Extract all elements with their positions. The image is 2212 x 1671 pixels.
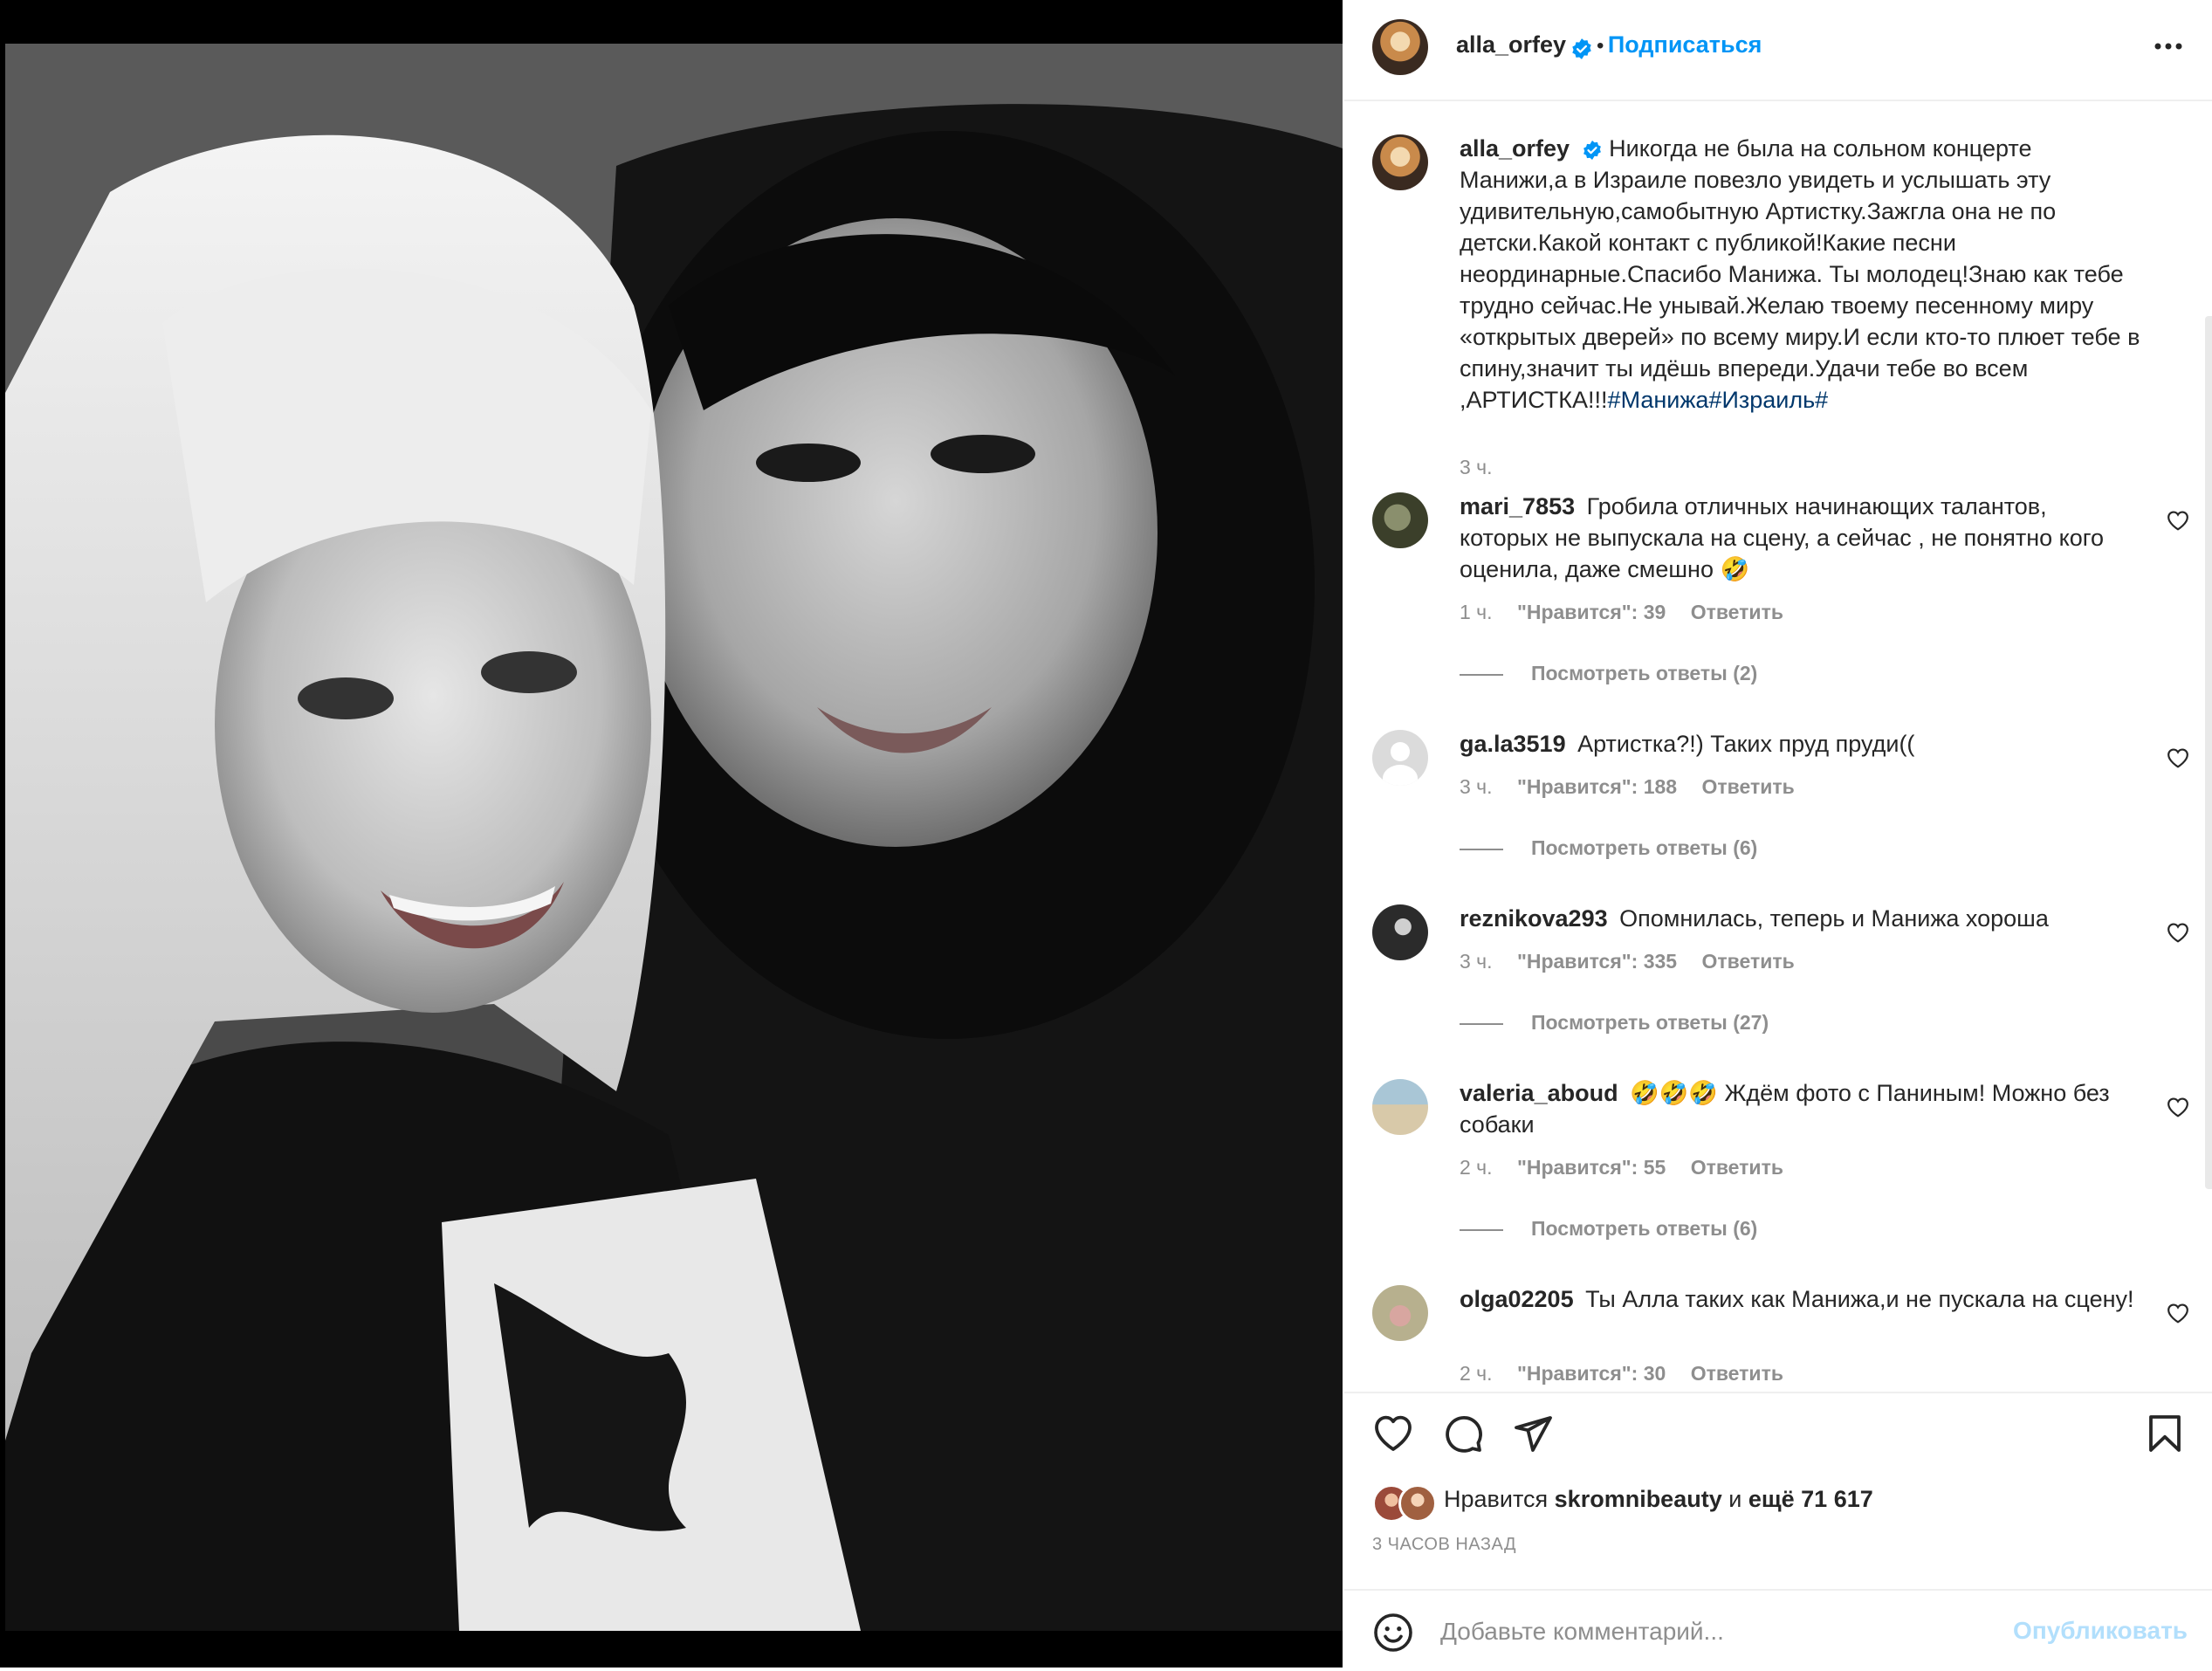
liker-avatar[interactable]	[1398, 1484, 1437, 1523]
view-replies-button[interactable]: Посмотреть ответы (2)	[1460, 662, 1757, 685]
comment-likes-count[interactable]: "Нравится": 188	[1517, 775, 1677, 798]
reply-button[interactable]: Ответить	[1701, 775, 1794, 798]
commenter-avatar[interactable]	[1372, 730, 1428, 786]
post-actions: Нравится skromnibeauty и ещё 71 617 3 ЧА…	[1344, 1392, 2212, 1671]
scrollbar[interactable]	[2205, 316, 2212, 1189]
like-comment-heart-icon[interactable]	[2167, 1303, 2189, 1324]
comment-text: Артистка?!) Таких пруд пруди((	[1577, 731, 1915, 757]
commenter-username[interactable]: ga.la3519	[1460, 731, 1566, 757]
share-paper-plane-icon[interactable]	[1512, 1413, 1554, 1454]
comment-meta: 3 ч. "Нравится": 188 Ответить	[1460, 775, 1814, 799]
caption-time[interactable]: 3 ч.	[1460, 456, 1493, 478]
comment-meta: 1 ч. "Нравится": 39 Ответить	[1460, 601, 1803, 624]
author-avatar[interactable]	[1372, 19, 1428, 75]
caption-meta: 3 ч.	[1460, 456, 1512, 479]
liker-username[interactable]: skromnibeauty	[1555, 1486, 1722, 1512]
post-header: alla_orfey • Подписаться	[1344, 0, 2212, 101]
photo-illustration	[5, 44, 1343, 1631]
comment-time[interactable]: 2 ч.	[1460, 1362, 1493, 1385]
comment-meta: 3 ч. "Нравится": 335 Ответить	[1460, 950, 1814, 973]
follow-button[interactable]: Подписаться	[1608, 31, 1762, 58]
comment-body: reznikova293 Опомнилась, теперь и Манижа…	[1460, 903, 2140, 934]
comment-likes-count[interactable]: "Нравится": 39	[1517, 601, 1666, 623]
likes-prefix: Нравится	[1444, 1486, 1549, 1512]
reply-button[interactable]: Ответить	[1701, 950, 1794, 973]
likes-count-link[interactable]: ещё 71 617	[1748, 1486, 1873, 1512]
verified-badge-icon	[1571, 38, 1591, 59]
reply-button[interactable]: Ответить	[1691, 1156, 1783, 1179]
commenter-username[interactable]: valeria_aboud	[1460, 1080, 1618, 1106]
view-replies-label: Посмотреть ответы (2)	[1531, 662, 1758, 684]
comment-text: Опомнилась, теперь и Манижа хороша	[1619, 905, 2049, 932]
verified-badge-icon	[1583, 140, 1601, 160]
post-side-panel: alla_orfey • Подписаться alla_orfey Нико…	[1344, 0, 2212, 1668]
comment-body: olga02205 Ты Алла таких как Манижа,и не …	[1460, 1283, 2140, 1315]
commenter-avatar[interactable]	[1372, 1079, 1428, 1135]
commenter-avatar[interactable]	[1372, 492, 1428, 548]
commenter-username[interactable]: olga02205	[1460, 1286, 1574, 1312]
comment-bubble-icon[interactable]	[1442, 1413, 1484, 1454]
post-timestamp[interactable]: 3 ЧАСОВ НАЗАД	[1372, 1535, 1516, 1555]
view-replies-label: Посмотреть ответы (27)	[1531, 1011, 1769, 1034]
publish-button[interactable]: Опубликовать	[2013, 1617, 2188, 1645]
comment-meta: 2 ч. "Нравится": 30 Ответить	[1460, 1362, 1803, 1386]
replies-divider	[1460, 1228, 1503, 1231]
emoji-smiley-icon[interactable]	[1372, 1612, 1414, 1654]
comment-time[interactable]: 3 ч.	[1460, 775, 1493, 798]
comment-time[interactable]: 2 ч.	[1460, 1156, 1493, 1179]
comment-text: Ты Алла таких как Манижа,и не пускала на…	[1585, 1286, 2134, 1312]
comment-time[interactable]: 1 ч.	[1460, 601, 1493, 623]
author-line: alla_orfey • Подписаться	[1456, 31, 1762, 60]
caption-author-username[interactable]: alla_orfey	[1460, 135, 1570, 162]
like-comment-heart-icon[interactable]	[2167, 747, 2189, 768]
like-heart-icon[interactable]	[1372, 1413, 1414, 1454]
instagram-post-view: alla_orfey • Подписаться alla_orfey Нико…	[0, 0, 2212, 1668]
commenter-username[interactable]: reznikova293	[1460, 905, 1608, 932]
like-comment-heart-icon[interactable]	[2167, 922, 2189, 943]
comment-meta: 2 ч. "Нравится": 55 Ответить	[1460, 1156, 1803, 1179]
comment-likes-count[interactable]: "Нравится": 55	[1517, 1156, 1666, 1179]
view-replies-button[interactable]: Посмотреть ответы (6)	[1460, 836, 1757, 860]
comment-body: mari_7853 Гробила отличных начинающих та…	[1460, 491, 2140, 585]
author-username[interactable]: alla_orfey	[1456, 31, 1566, 58]
caption-body: alla_orfey Никогда не была на сольном ко…	[1460, 133, 2140, 416]
comment-body: ga.la3519 Артистка?!) Таких пруд пруди((	[1460, 728, 2140, 760]
replies-divider	[1460, 1022, 1503, 1025]
replies-divider	[1460, 848, 1503, 850]
comment-time[interactable]: 3 ч.	[1460, 950, 1493, 973]
comment-input[interactable]	[1439, 1606, 2001, 1657]
photo-pane	[0, 0, 1343, 1668]
comments-list[interactable]: alla_orfey Никогда не была на сольном ко…	[1344, 101, 2212, 1392]
save-bookmark-icon[interactable]	[2144, 1413, 2186, 1454]
reply-button[interactable]: Ответить	[1691, 601, 1783, 623]
post-photo[interactable]	[5, 44, 1343, 1631]
view-replies-button[interactable]: Посмотреть ответы (6)	[1460, 1217, 1757, 1241]
reply-button[interactable]: Ответить	[1691, 1362, 1783, 1385]
comment-body: valeria_aboud 🤣🤣🤣 Ждём фото с Паниным! М…	[1460, 1077, 2140, 1140]
commenter-username[interactable]: mari_7853	[1460, 493, 1575, 519]
caption-text: Никогда не была на сольном концерте Мани…	[1460, 135, 2140, 413]
comment-likes-count[interactable]: "Нравится": 30	[1517, 1362, 1666, 1385]
add-comment-bar: Опубликовать	[1344, 1589, 2212, 1671]
view-replies-label: Посмотреть ответы (6)	[1531, 1217, 1758, 1240]
likes-text: Нравится skromnibeauty и ещё 71 617	[1444, 1486, 1873, 1513]
replies-divider	[1460, 673, 1503, 676]
caption-hashtags[interactable]: #Манижа#Израиль#	[1608, 387, 1829, 413]
more-options-icon[interactable]	[2151, 33, 2186, 59]
view-replies-label: Посмотреть ответы (6)	[1531, 836, 1758, 859]
caption-author-avatar[interactable]	[1372, 134, 1428, 190]
like-comment-heart-icon[interactable]	[2167, 1097, 2189, 1117]
header-separator: •	[1596, 34, 1604, 58]
comment-likes-count[interactable]: "Нравится": 335	[1517, 950, 1677, 973]
likes-middle: и	[1728, 1486, 1742, 1512]
like-comment-heart-icon[interactable]	[2167, 510, 2189, 531]
commenter-avatar[interactable]	[1372, 904, 1428, 960]
commenter-avatar[interactable]	[1372, 1285, 1428, 1341]
view-replies-button[interactable]: Посмотреть ответы (27)	[1460, 1011, 1769, 1035]
